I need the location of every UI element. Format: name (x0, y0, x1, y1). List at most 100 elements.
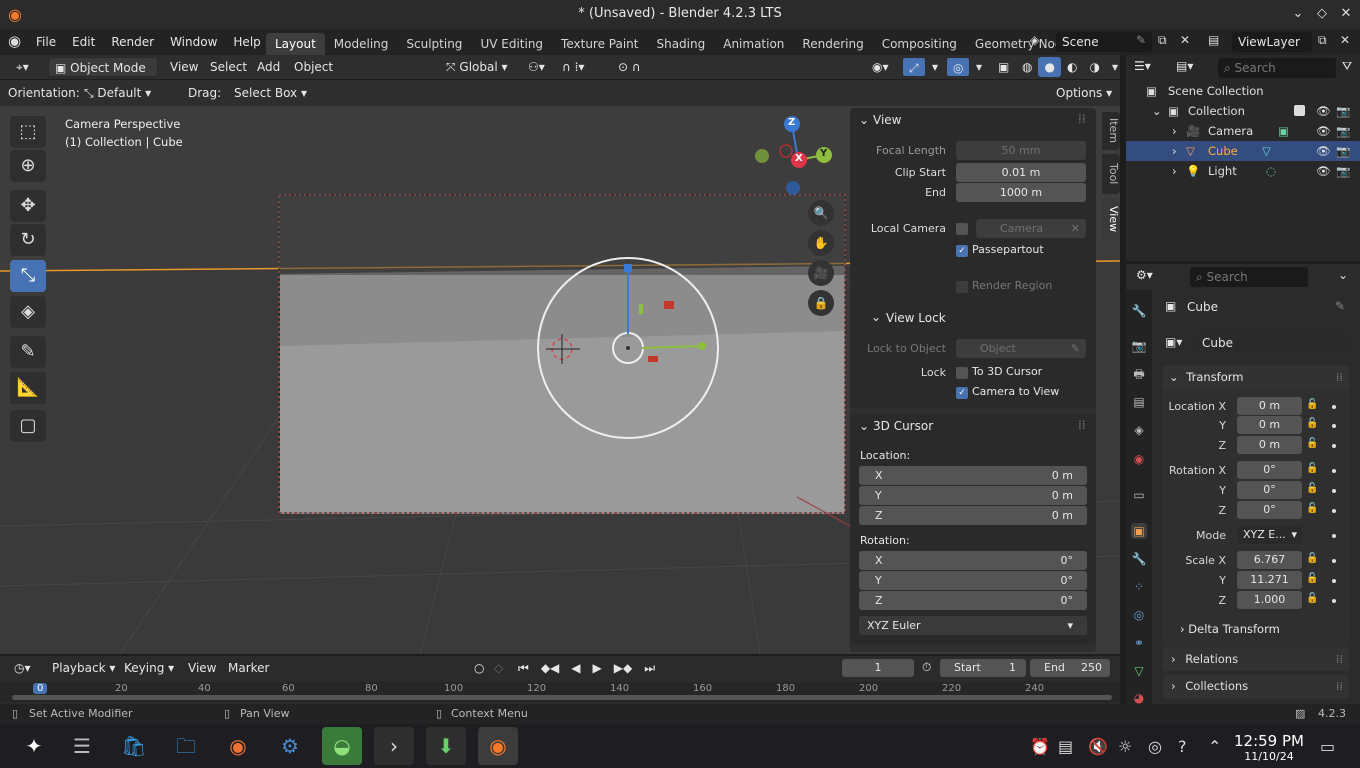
blender-menu-icon[interactable]: ◉ (8, 32, 21, 50)
navigation-gizmo[interactable]: Z Y X (752, 114, 836, 198)
menu-view[interactable]: View (164, 57, 204, 77)
scale-z-field[interactable]: 1.000 (1237, 591, 1302, 609)
view-layer-tab-icon[interactable]: ▤ (1131, 394, 1147, 410)
tab-sculpting[interactable]: Sculpting (397, 33, 471, 55)
select-box-tool-icon[interactable]: ⬚ (10, 116, 46, 148)
location-y-field[interactable]: 0 m (1237, 416, 1302, 434)
new-scene-icon[interactable]: ⧉ (1158, 33, 1167, 48)
clip-end-field[interactable]: 1000 m (956, 183, 1086, 202)
cursor-expand-icon[interactable]: ⌄ (859, 419, 869, 433)
pin-icon[interactable]: ✎ (1136, 33, 1146, 47)
solid-shading-icon[interactable]: ● (1038, 57, 1061, 77)
object-tab-icon[interactable]: ▣ (1131, 523, 1147, 539)
menu-timeline-view[interactable]: View (182, 658, 222, 678)
scale-z-lock-icon[interactable]: 🔓 (1306, 593, 1318, 604)
end-frame-field[interactable]: End 250 (1030, 659, 1110, 677)
settings-app-icon[interactable]: ⚙ (270, 727, 310, 765)
constraints-tab-icon[interactable]: ⚭ (1131, 635, 1147, 651)
light-data-icon[interactable]: ◌ (1266, 161, 1276, 181)
output-tab-icon[interactable]: 🖶 (1131, 366, 1147, 382)
new-view-layer-icon[interactable]: ⧉ (1318, 33, 1327, 48)
to-3d-cursor-checkbox[interactable] (956, 367, 968, 379)
start-frame-field[interactable]: Start 1 (940, 659, 1026, 677)
tab-view[interactable]: View (1102, 198, 1120, 240)
drag-handle-icon[interactable]: ⁞⁞ (1078, 112, 1086, 126)
scale-z-keyframe-dot[interactable] (1332, 599, 1336, 603)
shading-dropdown-icon[interactable]: ▾ (1106, 57, 1124, 77)
cursor-rotation-y[interactable]: Y 0° (859, 571, 1087, 590)
rotation-y-lock-icon[interactable]: 🔓 (1306, 483, 1318, 494)
move-tool-icon[interactable]: ✥ (10, 190, 46, 222)
collections-drag-icon[interactable]: ⁞⁞ (1336, 674, 1343, 698)
options-dropdown[interactable]: Options ▾ (1050, 83, 1118, 103)
brightness-icon[interactable]: ☼ (1118, 737, 1132, 756)
editor-type-icon[interactable]: ⌖▾ (10, 57, 35, 77)
cursor-location-z[interactable]: Z0 m (859, 506, 1087, 525)
rotate-tool-icon[interactable]: ↻ (10, 224, 46, 256)
drag-select[interactable]: Select Box ▾ (228, 83, 313, 103)
outliner-item-cube[interactable]: › ▽ Cube ▽ 👁 📷 (1126, 141, 1360, 161)
tab-item[interactable]: Item (1102, 112, 1120, 150)
tab-modeling[interactable]: Modeling (325, 33, 398, 55)
lock-to-object-field[interactable]: Object ✎ (956, 339, 1086, 358)
focal-length-field[interactable]: 50 mm (956, 141, 1086, 160)
jump-start-icon[interactable]: ⏮ (512, 658, 535, 678)
store-icon[interactable]: 🛍 (114, 727, 154, 765)
timeline-editor-type-icon[interactable]: ◷▾ (8, 658, 37, 678)
rotation-mode-keyframe-dot[interactable] (1332, 534, 1336, 538)
outliner-search[interactable]: ⌕ Search (1218, 58, 1336, 78)
passepartout-checkbox[interactable]: ✓ (956, 245, 968, 257)
location-z-field[interactable]: 0 m (1237, 436, 1302, 454)
outliner-editor-type-icon[interactable]: ☰▾ (1134, 59, 1151, 73)
network-icon[interactable]: ◎ (1148, 737, 1162, 756)
collection-visibility-icon[interactable]: 👁 (1316, 101, 1331, 121)
tab-tool[interactable]: Tool (1102, 154, 1120, 194)
minimize-icon[interactable]: ⌄ (1290, 6, 1306, 22)
menu-edit[interactable]: Edit (64, 31, 103, 53)
properties-editor-type-icon[interactable]: ⚙▾ (1136, 268, 1153, 282)
delta-transform-subpanel[interactable]: › Delta Transform (1180, 622, 1280, 636)
collection-tab-icon[interactable]: ▭ (1131, 487, 1147, 503)
camera-render-icon[interactable]: 📷 (1336, 121, 1350, 141)
downloader-icon[interactable]: ⬇ (426, 727, 466, 765)
clipboard-icon[interactable]: ▤ (1058, 737, 1073, 756)
collections-panel[interactable]: › Collections ⁞⁞ (1163, 674, 1349, 698)
timeline-ruler[interactable]: 0 20 40 60 80 100 120 140 160 180 200 22… (0, 682, 1120, 702)
proportional-edit-icon[interactable]: ⊙ ∩ (612, 57, 647, 77)
relations-drag-icon[interactable]: ⁞⁞ (1336, 647, 1343, 671)
view-layer-field[interactable]: ViewLayer (1232, 32, 1312, 52)
local-camera-checkbox[interactable] (956, 223, 968, 235)
notification-icon[interactable]: ⏰ (1030, 737, 1050, 756)
menu-file[interactable]: File (28, 31, 64, 53)
gizmo-toggle-icon[interactable]: ⤢ (902, 57, 926, 77)
rotation-x-lock-icon[interactable]: 🔓 (1306, 463, 1318, 474)
collection-render-icon[interactable]: 📷 (1336, 101, 1350, 121)
firefox-icon[interactable]: ◉ (218, 727, 258, 765)
play-icon[interactable]: ▶ (587, 658, 608, 678)
wireframe-shading-icon[interactable]: ◍ (1016, 57, 1038, 77)
scale-y-lock-icon[interactable]: 🔓 (1306, 573, 1318, 584)
modifier-tab-icon[interactable]: 🔧 (1131, 551, 1147, 567)
rotation-z-field[interactable]: 0° (1237, 501, 1302, 519)
timeline-scrollbar[interactable] (12, 695, 1112, 700)
location-x-keyframe-dot[interactable] (1332, 405, 1336, 409)
render-region-checkbox[interactable] (956, 281, 968, 293)
scale-x-keyframe-dot[interactable] (1332, 559, 1336, 563)
filter-icon[interactable]: ⛛ (1342, 59, 1352, 74)
measure-tool-icon[interactable]: 📐 (10, 372, 46, 404)
pivot-icon[interactable]: ⚇▾ (522, 57, 551, 77)
menu-window[interactable]: Window (162, 31, 225, 53)
scale-y-field[interactable]: 11.271 (1237, 571, 1302, 589)
collection-row[interactable]: ⌄ ▣ Collection 👁 📷 (1126, 101, 1360, 121)
volume-muted-icon[interactable]: 🔇 (1088, 737, 1108, 756)
view-lock-expand-icon[interactable]: ⌄ (871, 310, 881, 324)
tab-animation[interactable]: Animation (714, 33, 793, 55)
xray-icon[interactable]: ▣ (992, 57, 1015, 77)
collection-expand-icon[interactable]: ⌄ (1152, 101, 1162, 121)
location-x-lock-icon[interactable]: 🔓 (1306, 399, 1318, 410)
transform-drag-handle-icon[interactable]: ⁞⁞ (1336, 366, 1343, 388)
location-z-lock-icon[interactable]: 🔓 (1306, 438, 1318, 449)
visibility-icon[interactable]: ◉▾ (866, 57, 895, 77)
files-icon[interactable]: 🗀 (166, 727, 206, 765)
play-reverse-icon[interactable]: ◀ (565, 658, 586, 678)
